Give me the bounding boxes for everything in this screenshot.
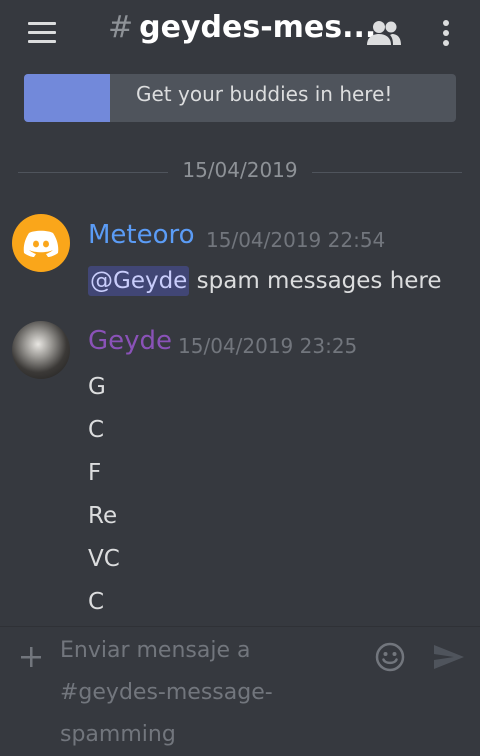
- hamburger-icon[interactable]: [28, 22, 56, 44]
- message-author[interactable]: Geyde: [88, 326, 172, 356]
- message-text: spam messages here: [189, 268, 442, 294]
- message-line: VC: [88, 546, 120, 572]
- message-line: C: [88, 417, 105, 443]
- date-label: 15/04/2019: [182, 158, 298, 182]
- message-line: Re: [88, 503, 118, 529]
- banner-text: Get your buddies in here!: [136, 82, 393, 106]
- channel-name: geydes-mes...: [139, 10, 377, 45]
- more-vertical-icon[interactable]: [438, 18, 454, 48]
- placeholder-line: #geydes-message-: [60, 680, 273, 705]
- message-author[interactable]: Meteoro: [88, 220, 195, 250]
- message-content: @Geyde spam messages here: [88, 266, 442, 296]
- message-timestamp: 15/04/2019 23:25: [178, 334, 358, 358]
- discord-logo-icon: [23, 230, 59, 257]
- avatar[interactable]: [12, 214, 70, 272]
- message-line: F: [88, 460, 102, 486]
- invite-banner[interactable]: Get your buddies in here!: [24, 74, 456, 122]
- message-input[interactable]: Enviar mensaje a #geydes-message- spammi…: [60, 630, 340, 756]
- date-divider: 15/04/2019: [18, 158, 462, 186]
- user-mention[interactable]: @Geyde: [88, 266, 190, 296]
- divider-line-left: [18, 172, 168, 173]
- placeholder-line: spamming: [60, 722, 176, 747]
- send-icon[interactable]: [432, 643, 466, 671]
- avatar[interactable]: [12, 321, 70, 379]
- channel-title[interactable]: # geydes-mes...: [108, 10, 376, 45]
- message-timestamp: 15/04/2019 22:54: [206, 228, 386, 252]
- members-icon[interactable]: [364, 18, 404, 48]
- channel-hash: #: [108, 10, 134, 45]
- plus-icon[interactable]: [20, 646, 42, 668]
- message-line: C: [88, 589, 105, 615]
- placeholder-line: Enviar mensaje a: [60, 638, 251, 663]
- emoji-icon[interactable]: [374, 641, 406, 673]
- banner-accent: [24, 74, 110, 122]
- channel-header: # geydes-mes...: [0, 0, 480, 64]
- divider-line-right: [312, 172, 462, 173]
- message-line: G: [88, 374, 106, 400]
